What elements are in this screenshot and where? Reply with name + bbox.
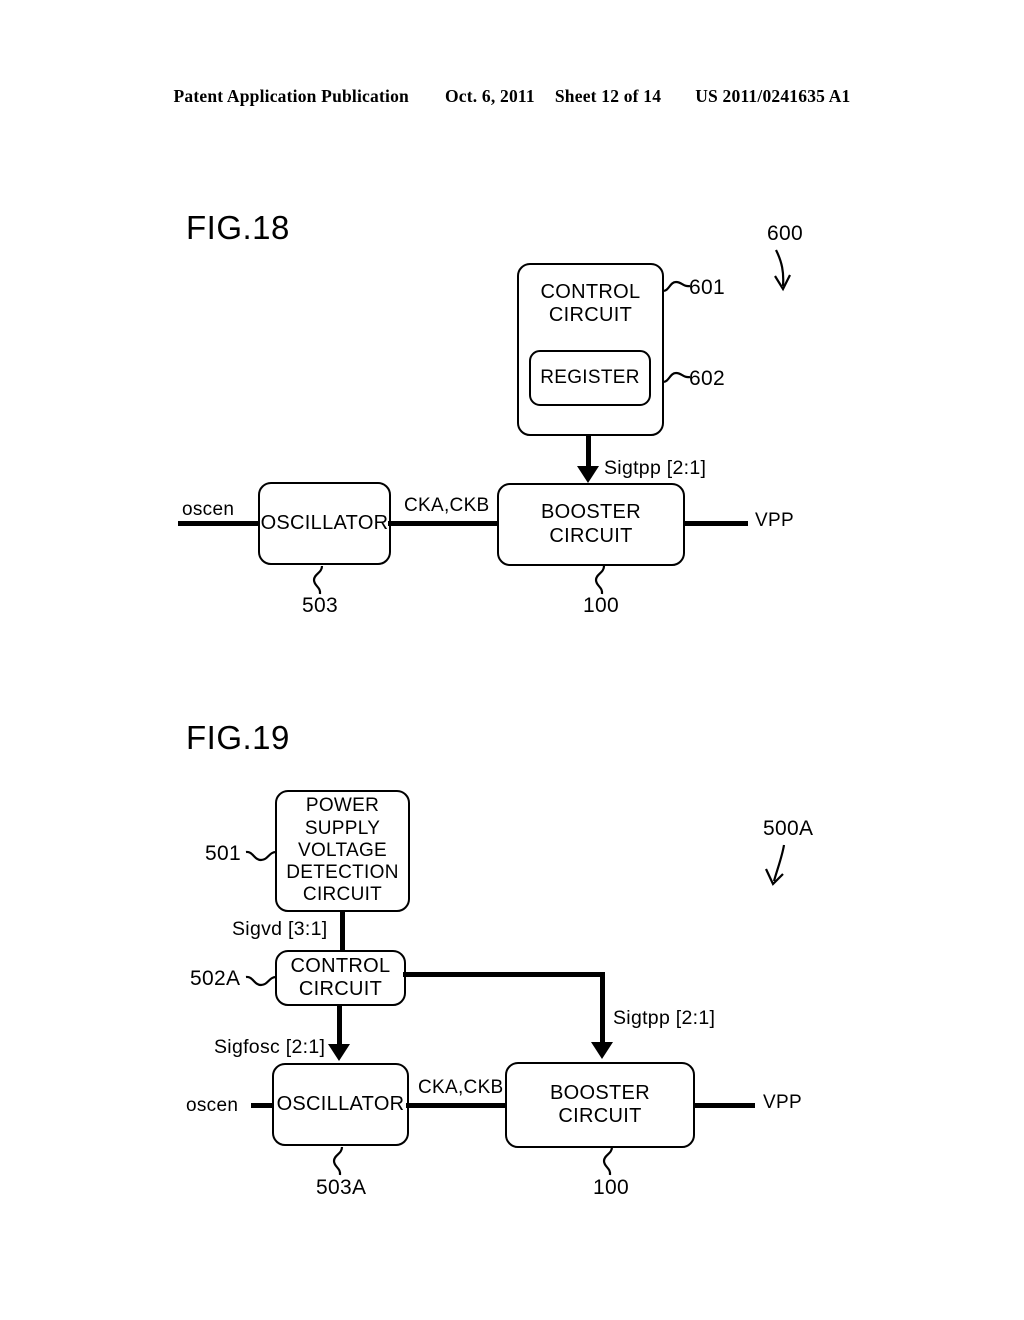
fig19-booster-circuit-label-line2: CIRCUIT	[558, 1105, 642, 1127]
fig19-sigtpp-vertical-line	[600, 972, 605, 1045]
fig19-oscillator-block: OSCILLATOR	[272, 1063, 409, 1146]
fig19-booster-circuit-block: BOOSTER CIRCUIT	[505, 1062, 695, 1148]
figure-18-title: FIG.18	[186, 209, 290, 246]
fig18-sigtpp-arrowhead-icon	[577, 466, 599, 483]
publication-header: Patent Application Publication Oct. 6, 20…	[0, 86, 1024, 107]
fig18-oscen-label: oscen	[182, 499, 235, 520]
fig19-oscen-label: oscen	[186, 1095, 239, 1116]
header-publication-number: US 2011/0241635 A1	[695, 86, 851, 106]
fig19-reference-leader-502A-icon	[245, 975, 277, 987]
fig19-control-circuit-block: CONTROL CIRCUIT	[275, 950, 406, 1006]
fig18-register-reference: 602	[689, 367, 725, 390]
fig19-control-circuit-reference: 502A	[190, 967, 241, 990]
fig19-sigtpp-arrowhead-icon	[591, 1042, 613, 1059]
fig18-oscen-line	[178, 521, 262, 526]
fig19-sigfosc-arrowhead-icon	[328, 1044, 350, 1061]
fig18-reference-leader-601-icon	[662, 280, 691, 293]
fig18-control-circuit-reference: 601	[689, 276, 725, 299]
fig19-reference-leader-503A-icon	[332, 1146, 344, 1176]
fig19-booster-circuit-label-line1: BOOSTER	[550, 1081, 650, 1104]
fig19-detection-circuit-label-line3: VOLTAGE	[297, 839, 388, 861]
fig19-reference-leader-501-icon	[245, 850, 277, 862]
fig19-oscillator-label: OSCILLATOR	[276, 1092, 405, 1115]
fig19-detection-circuit-label-line1: POWER	[305, 795, 380, 817]
fig19-booster-circuit-reference: 100	[593, 1176, 629, 1199]
fig18-reference-leader-503-icon	[312, 565, 324, 595]
header-date: Oct. 6, 2011	[444, 86, 535, 106]
fig19-sigtpp-horizontal-line	[403, 972, 605, 977]
fig19-cka-ckb-label: CKA,CKB	[418, 1077, 504, 1098]
fig19-reference-leader-100-icon	[602, 1146, 614, 1176]
fig19-sigtpp-label: Sigtpp [2:1]	[613, 1007, 716, 1029]
fig18-system-reference-arrow-icon	[774, 249, 791, 292]
fig18-booster-circuit-reference: 100	[583, 594, 619, 617]
figure-19-title: FIG.19	[186, 719, 290, 756]
fig18-oscillator-block: OSCILLATOR	[258, 482, 391, 565]
fig18-oscillator-label: OSCILLATOR	[260, 511, 389, 534]
header-sheet-number: Sheet 12 of 14	[554, 86, 662, 106]
fig19-detection-circuit-reference: 501	[205, 842, 241, 865]
header-publication-type: Patent Application Publication	[173, 86, 409, 106]
fig19-system-reference-arrow-icon	[765, 844, 786, 886]
fig18-control-circuit-label-line2: CIRCUIT	[548, 304, 633, 327]
fig18-oscillator-reference: 503	[302, 594, 338, 617]
fig19-detection-circuit-label-line2: SUPPLY	[304, 817, 381, 839]
fig18-cka-ckb-label: CKA,CKB	[404, 495, 490, 516]
fig18-booster-circuit-label-line2: CIRCUIT	[549, 524, 633, 547]
fig19-power-supply-voltage-detection-circuit-block: POWER SUPPLY VOLTAGE DETECTION CIRCUIT	[275, 790, 410, 912]
fig18-register-label: REGISTER	[540, 366, 640, 388]
fig19-sigfosc-line	[337, 1005, 342, 1047]
fig19-control-circuit-label-line2: CIRCUIT	[298, 978, 383, 1000]
fig18-control-circuit-label-line1: CONTROL	[540, 281, 641, 303]
fig18-booster-circuit-label-line1: BOOSTER	[541, 501, 641, 524]
fig18-sigtpp-line	[586, 436, 591, 469]
fig18-sigtpp-label: Sigtpp [2:1]	[604, 457, 707, 479]
fig18-reference-leader-602-icon	[662, 371, 691, 384]
fig18-vpp-line	[683, 521, 748, 526]
fig19-system-reference-500A: 500A	[763, 817, 814, 840]
fig18-booster-circuit-block: BOOSTER CIRCUIT	[497, 483, 685, 566]
fig18-cka-ckb-line	[388, 521, 501, 526]
fig19-control-circuit-label-line1: CONTROL	[290, 954, 391, 977]
fig19-vpp-label: VPP	[763, 1092, 802, 1113]
fig18-register-block: REGISTER	[529, 350, 651, 406]
fig18-reference-leader-100-icon	[594, 565, 606, 595]
patent-figure-page: Patent Application Publication Oct. 6, 20…	[0, 0, 1024, 1320]
fig19-sigvd-label: Sigvd [3:1]	[232, 918, 328, 940]
fig19-sigvd-line	[340, 911, 345, 953]
fig18-system-reference-600: 600	[767, 222, 803, 245]
fig19-cka-ckb-line	[406, 1103, 508, 1108]
fig19-sigfosc-label: Sigfosc [2:1]	[214, 1036, 326, 1058]
fig19-oscillator-reference: 503A	[316, 1176, 367, 1199]
fig19-vpp-line	[693, 1103, 755, 1108]
fig19-detection-circuit-label-line5: CIRCUIT	[302, 884, 383, 906]
fig19-detection-circuit-label-line4: DETECTION	[286, 862, 399, 884]
fig18-vpp-label: VPP	[755, 510, 794, 531]
